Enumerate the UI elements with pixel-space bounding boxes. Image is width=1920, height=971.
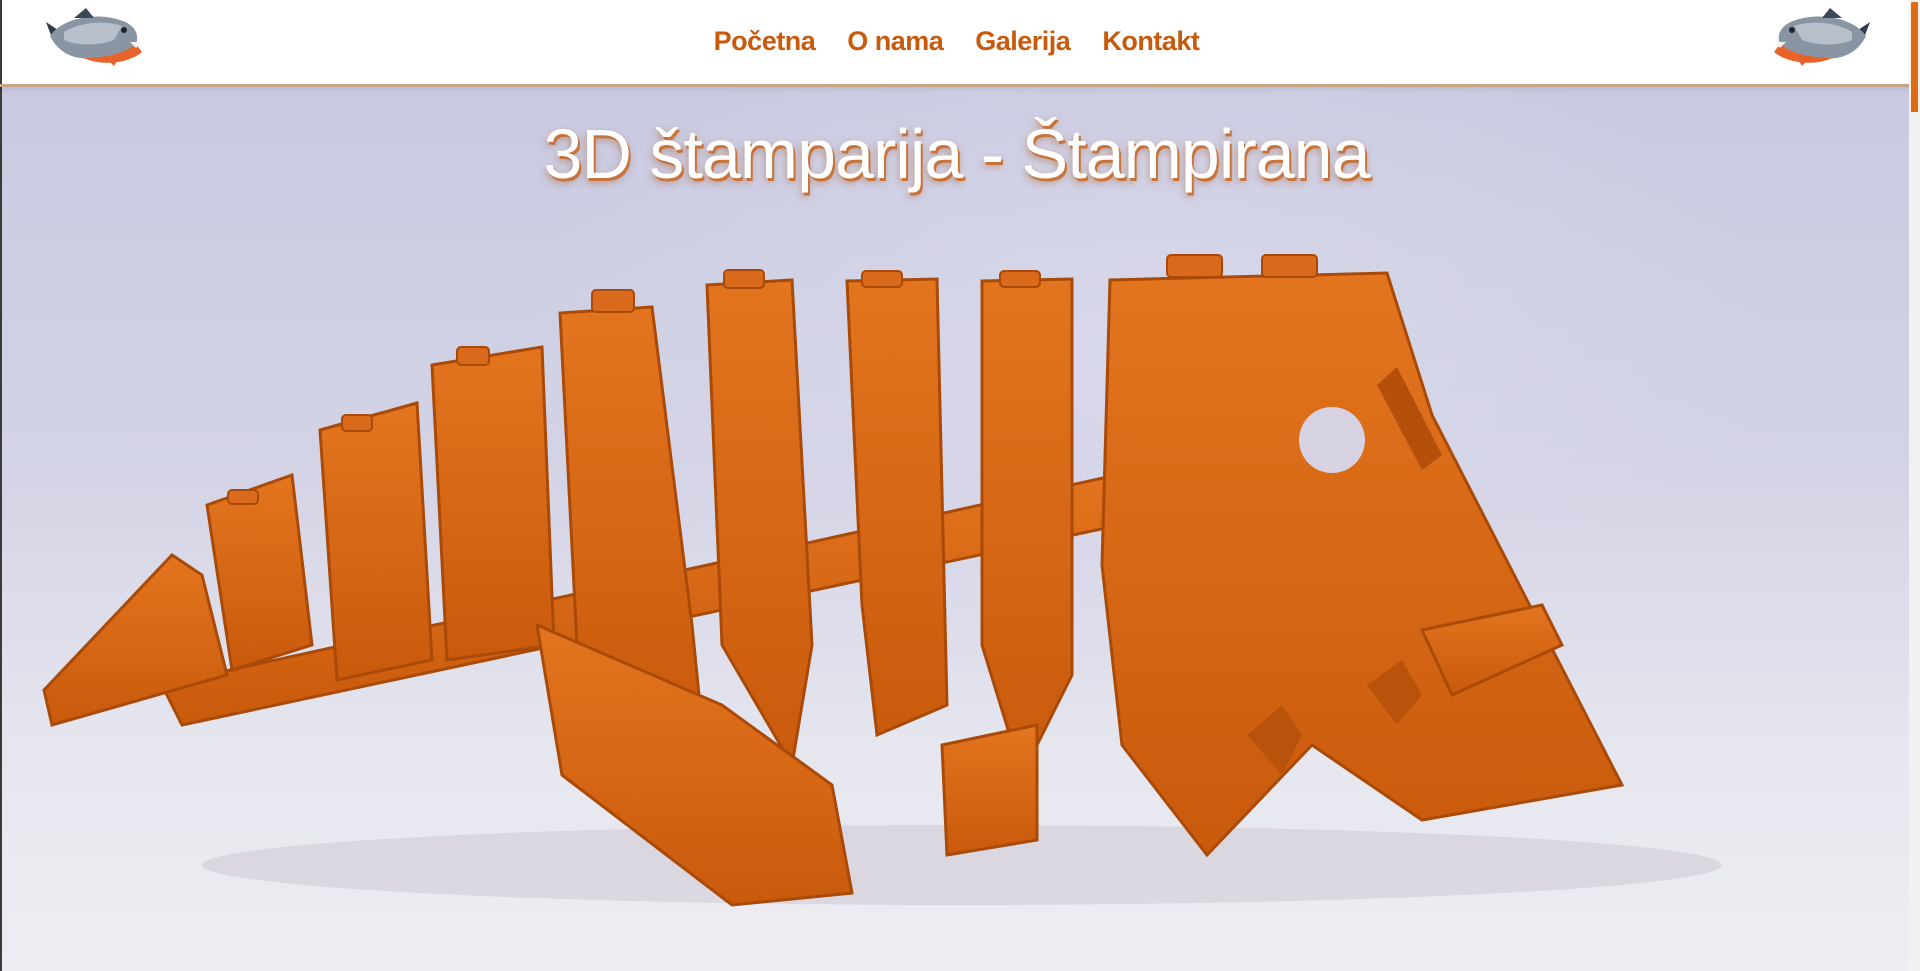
site-header: Početna O nama Galerija Kontakt	[0, 0, 1911, 85]
hero-banner: 3D štamparija - Štampirana	[0, 85, 1911, 971]
page-title: 3D štamparija - Štampirana	[543, 115, 1371, 193]
piranha-logo-icon[interactable]	[1768, 6, 1872, 68]
vertical-scrollbar[interactable]	[1909, 0, 1920, 971]
main-navigation: Početna O nama Galerija Kontakt	[2, 0, 1911, 85]
scrollbar-thumb[interactable]	[1911, 2, 1918, 112]
header-divider	[0, 84, 1909, 87]
nav-link-pocetna[interactable]: Početna	[714, 26, 816, 57]
nav-link-galerija[interactable]: Galerija	[975, 26, 1071, 57]
nav-link-kontakt[interactable]: Kontakt	[1102, 26, 1200, 57]
hero-image-3d-printed-dinosaur	[42, 254, 1722, 907]
nav-link-o-nama[interactable]: O nama	[847, 26, 944, 57]
